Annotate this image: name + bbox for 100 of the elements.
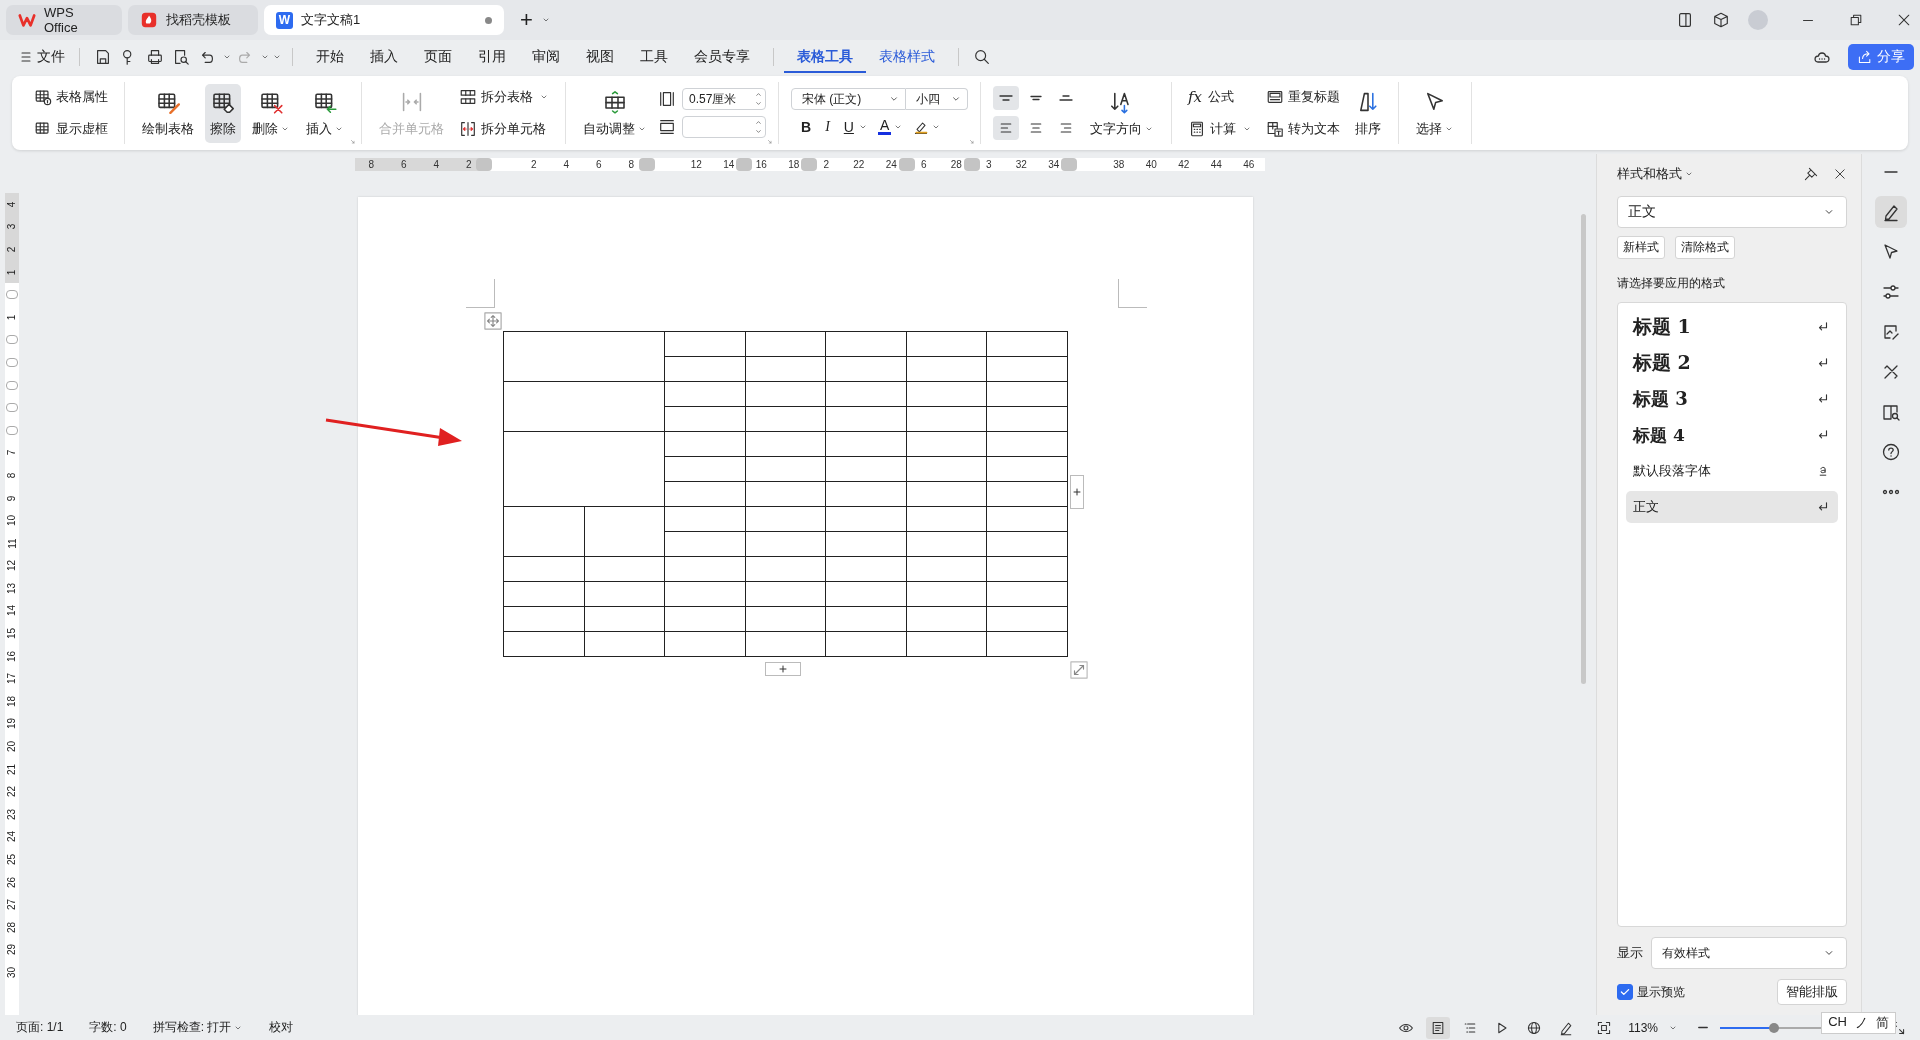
table-cell[interactable] xyxy=(826,407,907,432)
panel-title[interactable]: 样式和格式 xyxy=(1617,165,1694,183)
ruler-grip[interactable] xyxy=(6,380,18,390)
table-cell[interactable] xyxy=(826,582,907,607)
style-item[interactable]: 标题 1 xyxy=(1626,311,1838,343)
ribbon-tab[interactable]: 会员专享 xyxy=(681,41,763,73)
style-item[interactable]: 标题 3 xyxy=(1626,383,1838,415)
table-cell[interactable] xyxy=(665,332,746,357)
table-cell[interactable] xyxy=(906,607,988,632)
table-cell[interactable] xyxy=(584,557,666,582)
smart-layout-button[interactable]: 智能排版 xyxy=(1777,979,1847,1005)
ribbon-button[interactable]: 插入 xyxy=(301,83,349,143)
table-cell[interactable] xyxy=(906,382,988,407)
display-dropdown[interactable]: 有效样式 xyxy=(1651,937,1847,969)
ribbon-tab[interactable]: 工具 xyxy=(627,41,681,73)
table-cell[interactable] xyxy=(906,457,988,482)
table-cell[interactable] xyxy=(987,582,1068,607)
table-cell[interactable] xyxy=(826,632,907,657)
share-button[interactable]: 分享 xyxy=(1848,44,1914,70)
ruler-grip[interactable] xyxy=(638,157,655,171)
style-item[interactable]: 标题 4 xyxy=(1626,419,1838,451)
input-method-tooltip[interactable]: CH ノ 简 xyxy=(1821,1012,1896,1034)
scrollbar-thumb[interactable] xyxy=(1581,214,1586,684)
ribbon-tab[interactable]: 引用 xyxy=(465,41,519,73)
table-cell[interactable] xyxy=(987,382,1068,407)
table-cell[interactable] xyxy=(665,432,746,457)
table-cell[interactable] xyxy=(987,407,1068,432)
ribbon-button[interactable]: 文字方向 xyxy=(1085,83,1159,143)
new-tab-button[interactable]: + xyxy=(520,9,533,31)
style-item[interactable]: 默认段落字体 xyxy=(1626,455,1838,487)
font-color-button[interactable]: A xyxy=(877,119,892,135)
table-cell[interactable] xyxy=(906,332,988,357)
ruler-grip[interactable] xyxy=(476,157,492,171)
table-cell[interactable] xyxy=(504,632,585,657)
table-cell[interactable] xyxy=(826,507,907,532)
table-cell[interactable] xyxy=(665,532,746,557)
pen-tool[interactable] xyxy=(1875,196,1907,228)
document-tab[interactable]: WPS Office xyxy=(6,5,122,35)
table-cell[interactable] xyxy=(584,607,666,632)
table-cell[interactable] xyxy=(826,557,907,582)
table-cell[interactable] xyxy=(504,332,666,382)
ribbon-button[interactable]: 删除 xyxy=(247,83,295,143)
table-cell[interactable] xyxy=(906,432,988,457)
add-column-button[interactable] xyxy=(1070,475,1084,509)
ribbon-tab[interactable]: 视图 xyxy=(573,41,627,73)
slider-thumb[interactable] xyxy=(1769,1022,1779,1033)
table-cell[interactable] xyxy=(906,507,988,532)
table-cell[interactable] xyxy=(906,357,988,382)
table-cell[interactable] xyxy=(745,357,827,382)
status-text[interactable]: 校对 xyxy=(269,1019,294,1036)
table-cell[interactable] xyxy=(826,607,907,632)
ruler-grip[interactable] xyxy=(801,157,817,171)
show-preview-checkbox[interactable]: 显示预览 xyxy=(1617,983,1685,1001)
ribbon-button[interactable]: 计算 xyxy=(1184,116,1256,142)
table-cell[interactable] xyxy=(665,607,746,632)
underline-button[interactable]: U xyxy=(841,119,856,135)
table-cell[interactable] xyxy=(745,507,827,532)
table-cell[interactable] xyxy=(745,432,827,457)
ribbon-button[interactable]: 绘制表格 xyxy=(137,83,199,143)
table-cell[interactable] xyxy=(987,632,1068,657)
ruler-grip[interactable] xyxy=(1061,157,1077,171)
table-cell[interactable] xyxy=(826,532,907,557)
bold-button[interactable]: B xyxy=(799,119,814,135)
ribbon-button[interactable]: fx 公式 xyxy=(1184,84,1256,110)
table-cell[interactable] xyxy=(906,482,988,507)
table-cell[interactable] xyxy=(826,357,907,382)
ruler-grip[interactable] xyxy=(6,357,18,367)
table-cell[interactable] xyxy=(504,382,666,432)
ribbon-button[interactable]: 转为文本 xyxy=(1262,116,1344,142)
table-cell[interactable] xyxy=(987,532,1068,557)
table-cell[interactable] xyxy=(987,332,1068,357)
table-cell[interactable] xyxy=(826,332,907,357)
ruler-grip[interactable] xyxy=(6,290,18,300)
ribbon-tab[interactable]: 表格工具 xyxy=(784,41,866,73)
ribbon-button[interactable]: 自动调整 xyxy=(578,83,652,143)
table-cell[interactable] xyxy=(745,457,827,482)
table-cell[interactable] xyxy=(584,632,666,657)
ribbon-button[interactable]: 拆分表格 xyxy=(455,84,553,110)
table-cell[interactable] xyxy=(826,457,907,482)
ribbon-tab[interactable]: 页面 xyxy=(411,41,465,73)
table-cell[interactable] xyxy=(665,582,746,607)
style-dropdown[interactable]: 正文 xyxy=(1617,196,1847,228)
table-cell[interactable] xyxy=(745,382,827,407)
document-tab[interactable]: W 文字文稿1 xyxy=(264,5,504,35)
ribbon-button[interactable]: 擦除 xyxy=(205,83,241,143)
ribbon-button[interactable]: 选择 xyxy=(1411,83,1459,143)
table-cell[interactable] xyxy=(745,557,827,582)
table-cell[interactable] xyxy=(987,432,1068,457)
table-cell[interactable] xyxy=(665,357,746,382)
ruler-grip[interactable] xyxy=(736,157,752,171)
add-row-button[interactable] xyxy=(765,662,801,676)
style-item[interactable]: 正文 xyxy=(1626,491,1838,523)
table-cell[interactable] xyxy=(987,557,1068,582)
table-cell[interactable] xyxy=(826,482,907,507)
align-top-button[interactable] xyxy=(993,86,1019,110)
table-cell[interactable] xyxy=(745,407,827,432)
align-left-button[interactable] xyxy=(993,116,1019,140)
table-cell[interactable] xyxy=(745,532,827,557)
table-cell[interactable] xyxy=(665,382,746,407)
table-cell[interactable] xyxy=(665,407,746,432)
